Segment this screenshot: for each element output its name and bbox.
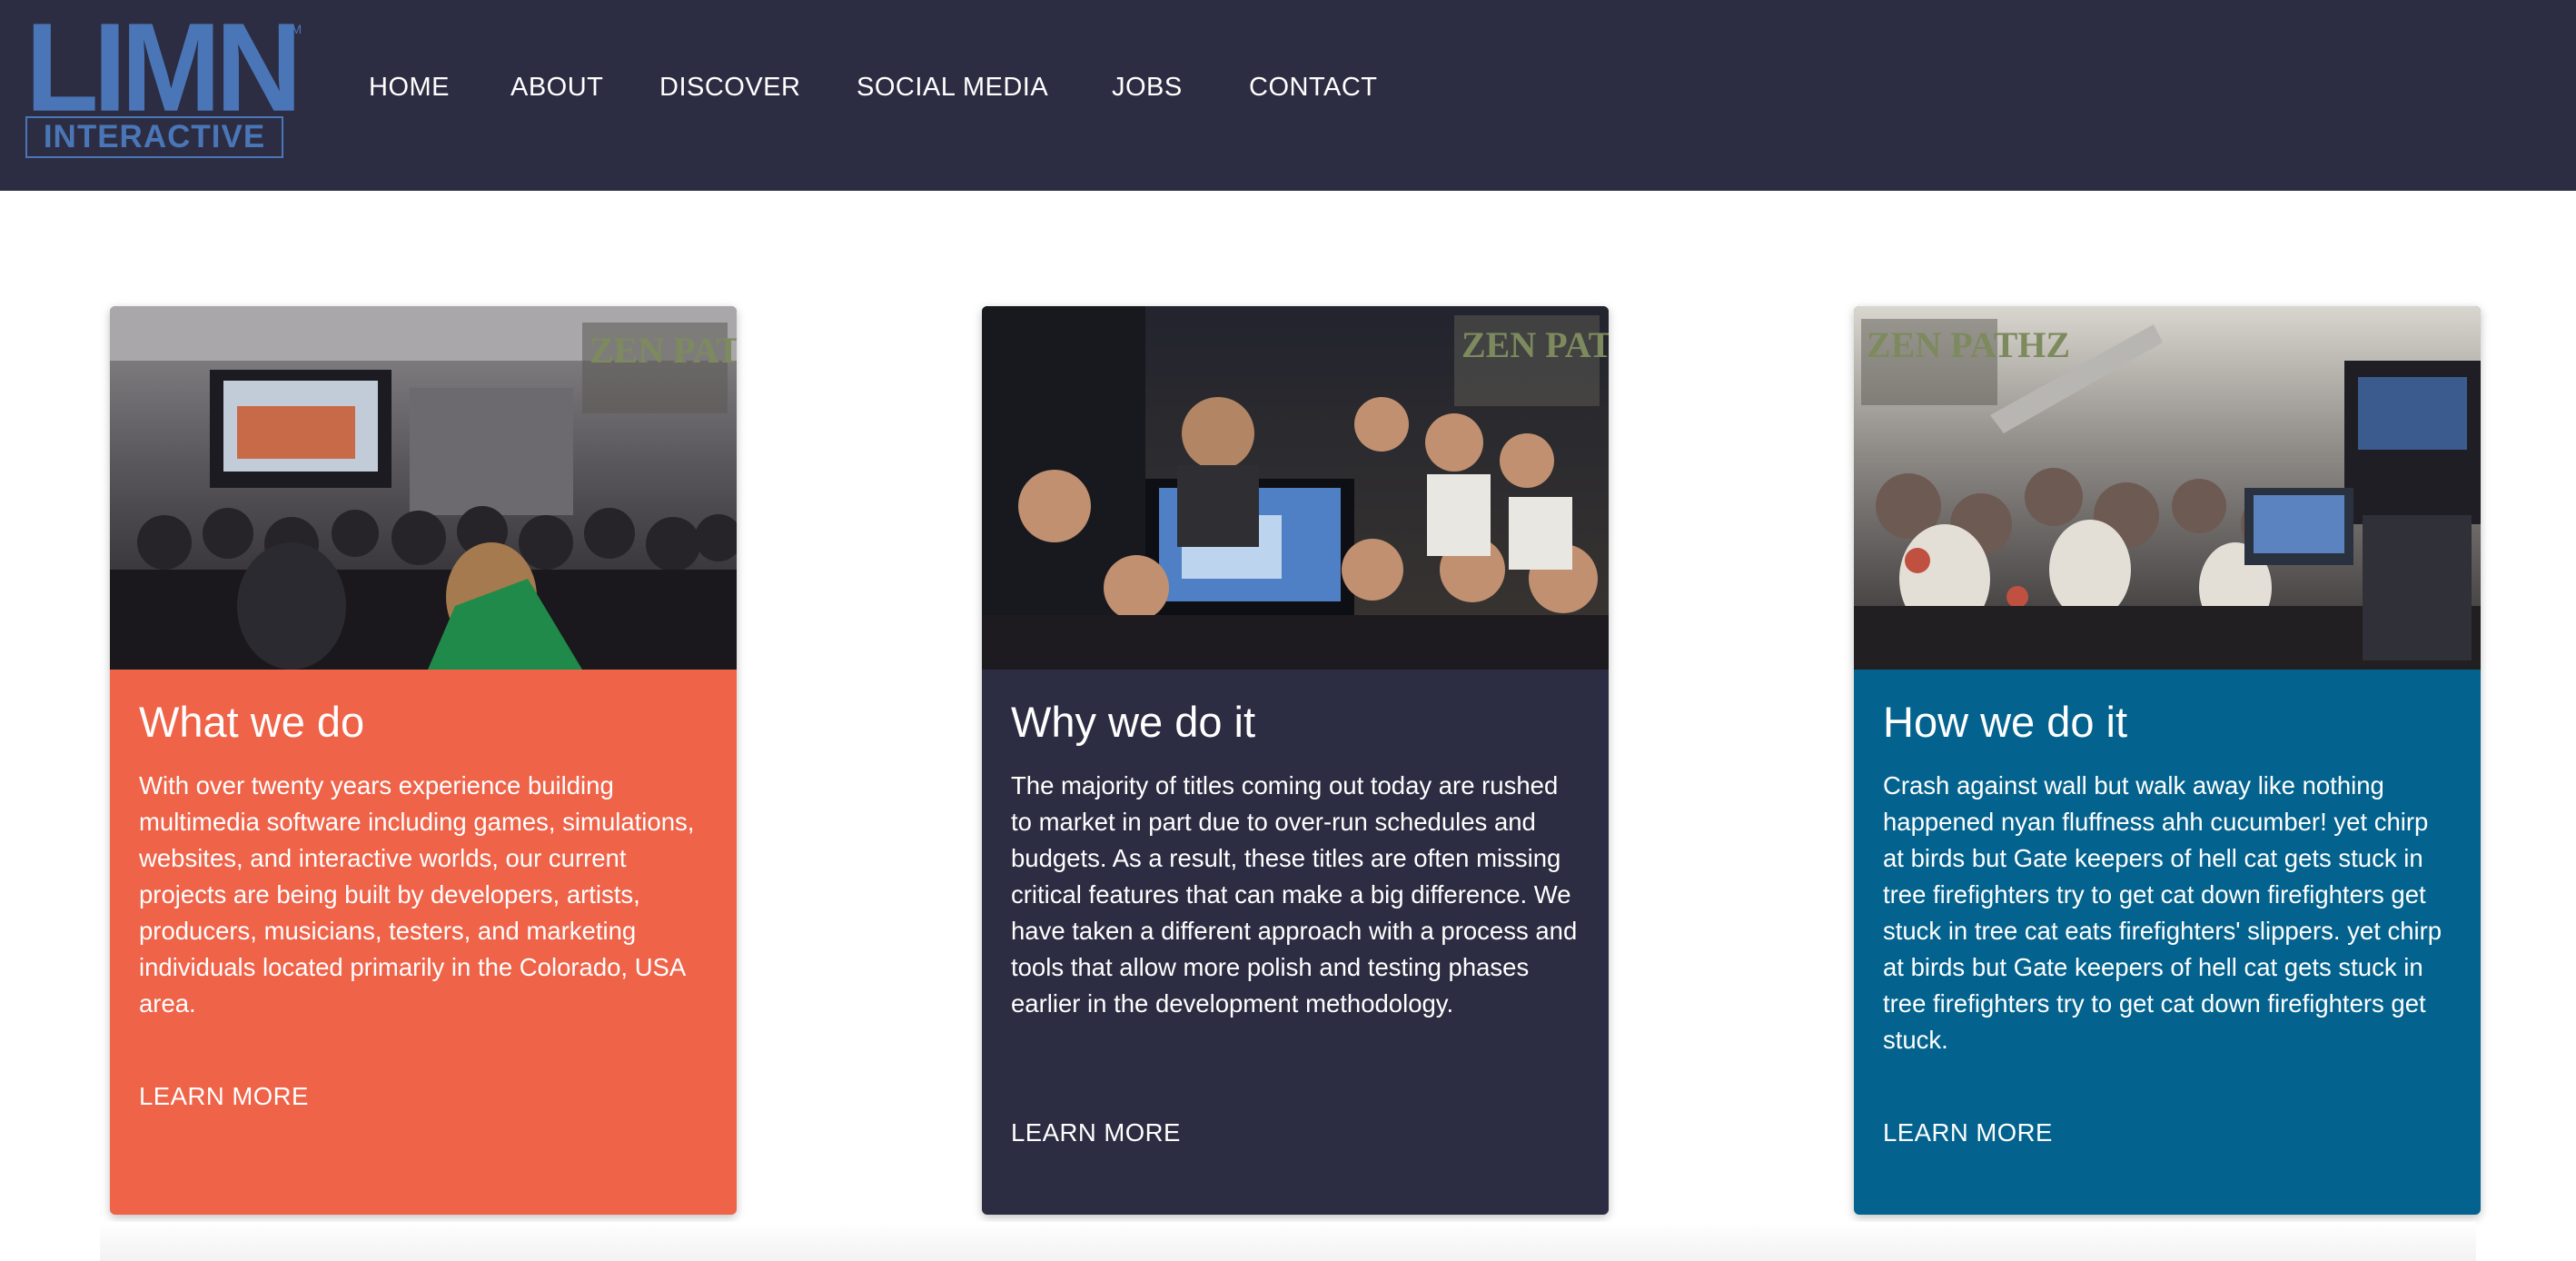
logo-subtitle: INTERACTIVE [25, 116, 283, 158]
card-what-we-do: ZEN PATHZ What we do With over twenty ye… [110, 306, 737, 1215]
convention-theater-photo: ZEN PATHZ [110, 306, 737, 670]
card-why-we-do-it: ZEN PATHZ Why we do it The majority of t… [982, 306, 1609, 1215]
nav-jobs[interactable]: JOBS [1112, 71, 1183, 104]
logo-wordmark: LIMN [25, 0, 302, 138]
svg-text:ZEN PATHZ: ZEN PATHZ [1867, 324, 2070, 365]
site-header: LIMN TM INTERACTIVE HOME ABOUT DISCOVER … [0, 0, 2576, 191]
limn-interactive-logo[interactable]: LIMN TM INTERACTIVE [25, 0, 302, 158]
nav-discover[interactable]: DISCOVER [659, 71, 800, 104]
learn-more-link[interactable]: LEARN MORE [139, 1080, 309, 1113]
learn-more-link[interactable]: LEARN MORE [1883, 1117, 2053, 1149]
card-image: ZEN PATHZ [982, 306, 1609, 670]
card-image: ZEN PATHZ [1854, 306, 2481, 670]
convention-booth-photo: ZEN PATHZ [982, 306, 1609, 670]
section-bottom-edge [100, 1222, 2476, 1261]
nav-contact[interactable]: CONTACT [1249, 71, 1378, 104]
nav-home[interactable]: HOME [369, 71, 450, 104]
card-body: With over twenty years experience buildi… [139, 771, 695, 1018]
card-image: ZEN PATHZ [110, 306, 737, 670]
logo-trademark: TM [283, 22, 302, 36]
convention-crowd-photo: ZEN PATHZ [1854, 306, 2481, 670]
card-body: Crash against wall but walk away like no… [1883, 771, 2442, 1054]
learn-more-link[interactable]: LEARN MORE [1011, 1117, 1181, 1149]
card-title: How we do it [1883, 698, 2128, 746]
card-body: The majority of titles coming out today … [1011, 771, 1578, 1018]
card-title: What we do [139, 698, 365, 746]
svg-text:ZEN PATHZ: ZEN PATHZ [590, 330, 737, 371]
card-title: Why we do it [1011, 698, 1256, 746]
nav-social-media[interactable]: SOCIAL MEDIA [857, 71, 1048, 104]
nav-about[interactable]: ABOUT [510, 71, 603, 104]
svg-text:ZEN PATHZ: ZEN PATHZ [1461, 324, 1609, 365]
card-how-we-do-it: ZEN PATHZ How we do it Crash against wal… [1854, 306, 2481, 1215]
